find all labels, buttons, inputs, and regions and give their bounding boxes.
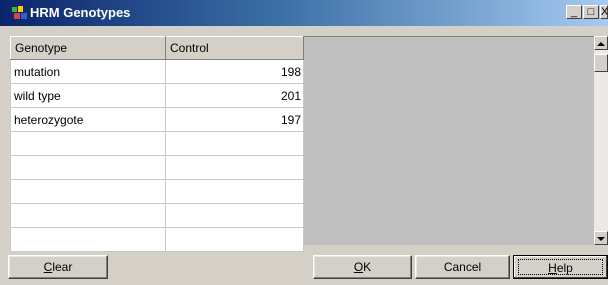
app-icon (12, 6, 27, 19)
table-row: heterozygote 197 (10, 107, 304, 132)
close-icon: X (601, 6, 608, 18)
column-header-genotype[interactable]: Genotype (10, 36, 166, 60)
table-row (10, 203, 304, 228)
scroll-down-button[interactable] (594, 231, 608, 245)
hrm-genotypes-window: HRM Genotypes _ □ X Genotype Control mut… (0, 0, 608, 285)
help-button[interactable]: Help (513, 255, 608, 279)
table-row: mutation 198 (10, 59, 304, 84)
title-bar[interactable]: HRM Genotypes _ □ X (0, 0, 608, 26)
arrow-up-icon (597, 42, 605, 46)
scroll-up-button[interactable] (594, 36, 608, 50)
genotype-cell[interactable] (10, 131, 166, 156)
maximize-button[interactable]: □ (583, 5, 599, 19)
arrow-down-icon (597, 237, 605, 241)
table-row (10, 227, 304, 252)
control-cell[interactable]: 198 (165, 59, 304, 84)
genotype-cell[interactable] (10, 227, 166, 252)
control-cell[interactable]: 201 (165, 83, 304, 108)
genotype-table: Genotype Control mutation 198 wild type … (10, 36, 304, 252)
maximize-icon: □ (587, 6, 595, 18)
genotype-cell[interactable] (10, 155, 166, 180)
table-row (10, 155, 304, 180)
clear-label: lear (52, 260, 73, 274)
table-row (10, 131, 304, 156)
scroll-thumb[interactable] (594, 54, 608, 72)
vertical-scrollbar[interactable] (594, 36, 608, 245)
ok-label: K (363, 260, 372, 274)
column-header-control[interactable]: Control (165, 36, 304, 60)
genotype-cell[interactable]: heterozygote (10, 107, 166, 132)
minimize-icon: _ (570, 6, 578, 18)
control-cell[interactable] (165, 203, 304, 228)
control-cell[interactable] (165, 131, 304, 156)
control-cell[interactable] (165, 179, 304, 204)
minimize-button[interactable]: _ (566, 5, 582, 19)
table-row: wild type 201 (10, 83, 304, 108)
ok-mnemonic: O (353, 260, 364, 274)
control-cell[interactable] (165, 227, 304, 252)
genotype-cell[interactable]: mutation (10, 59, 166, 84)
cancel-button[interactable]: Cancel (415, 255, 510, 279)
ok-button[interactable]: OK (313, 255, 412, 279)
table-header-row: Genotype Control (10, 36, 304, 60)
close-button[interactable]: X (600, 5, 608, 19)
control-cell[interactable]: 197 (165, 107, 304, 132)
help-mnemonic: H (548, 261, 557, 275)
genotype-cell[interactable] (10, 203, 166, 228)
help-label: elp (556, 261, 573, 275)
control-cell[interactable] (165, 155, 304, 180)
window-title: HRM Genotypes (30, 5, 131, 20)
clear-button[interactable]: Clear (8, 255, 108, 279)
table-row (10, 179, 304, 204)
focus-rect: Help (518, 259, 603, 275)
cancel-label: Cancel (443, 260, 482, 274)
genotype-cell[interactable] (10, 179, 166, 204)
genotype-cell[interactable]: wild type (10, 83, 166, 108)
